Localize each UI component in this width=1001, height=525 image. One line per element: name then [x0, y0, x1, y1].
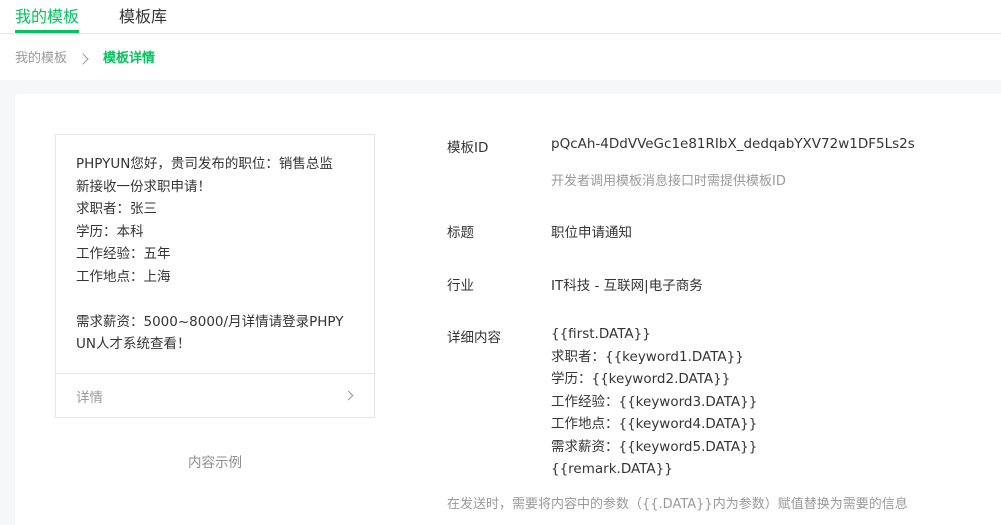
content-line: 需求薪资：{{keyword5.DATA}}: [551, 438, 758, 455]
template-id-value: pQcAh-4DdVVeGc1e81RIbX_dedqabYXV72w1DF5L…: [551, 136, 915, 152]
preview-blank-line: [76, 288, 361, 311]
content-line: 求职者：{{keyword1.DATA}}: [551, 348, 744, 365]
preview-line: 工作地点：上海: [76, 268, 171, 285]
breadcrumb: 我的模板 模板详情: [15, 50, 155, 68]
preview-line: 新接收一份求职申请！: [76, 178, 211, 195]
breadcrumb-current: 模板详情: [103, 51, 156, 66]
chevron-right-icon: [77, 53, 89, 65]
template-id-label: 模板ID: [447, 140, 489, 156]
chevron-right-icon: [343, 390, 354, 401]
content-line: {{first.DATA}}: [551, 326, 651, 342]
template-id-hint: 开发者调用模板消息接口时需提供模板ID: [551, 174, 786, 189]
content-template: {{first.DATA}} 求职者：{{keyword1.DATA}} 学历：…: [551, 323, 757, 481]
content-line: 学历：{{keyword2.DATA}}: [551, 371, 731, 387]
title-label: 标题: [447, 225, 474, 241]
content-label: 详细内容: [447, 330, 501, 346]
parameter-footnote: 在发送时，需要将内容中的参数（{{.DATA}}内为参数）赋值替换为需要的信息: [447, 497, 908, 512]
content-line: 工作经验：{{keyword3.DATA}}: [551, 393, 758, 410]
breadcrumb-my-templates-link[interactable]: 我的模板: [15, 50, 67, 68]
preview-line: 学历：本科: [76, 223, 144, 240]
industry-value: IT科技 - 互联网|电子商务: [551, 278, 703, 294]
message-preview-card: PHPYUN您好，贵司发布的职位：销售总监 新接收一份求职申请！ 求职者：张三 …: [55, 134, 375, 418]
title-value: 职位申请通知: [551, 225, 632, 241]
preview-details-label: 详情: [76, 390, 103, 406]
tab-template-library[interactable]: 模板库: [119, 6, 167, 28]
preview-line: PHPYUN您好，贵司发布的职位：销售总监: [76, 156, 333, 172]
content-line: {{remark.DATA}}: [551, 461, 673, 477]
tab-bar: 我的模板 模板库: [0, 0, 1001, 34]
active-tab-indicator: [15, 30, 79, 33]
industry-label: 行业: [447, 278, 474, 294]
content-line: 工作地点：{{keyword4.DATA}}: [551, 416, 758, 432]
preview-caption: 内容示例: [188, 455, 242, 471]
preview-details-link[interactable]: 详情: [56, 373, 374, 419]
preview-line: UN人才系统查看！: [76, 336, 191, 352]
message-preview-body: PHPYUN您好，贵司发布的职位：销售总监 新接收一份求职申请！ 求职者：张三 …: [76, 153, 361, 356]
preview-line: 需求薪资：5000~8000/月详情请登录PHPY: [76, 313, 344, 330]
preview-line: 求职者：张三: [76, 201, 157, 217]
tab-my-templates[interactable]: 我的模板: [15, 6, 79, 28]
preview-line: 工作经验：五年: [76, 246, 171, 262]
